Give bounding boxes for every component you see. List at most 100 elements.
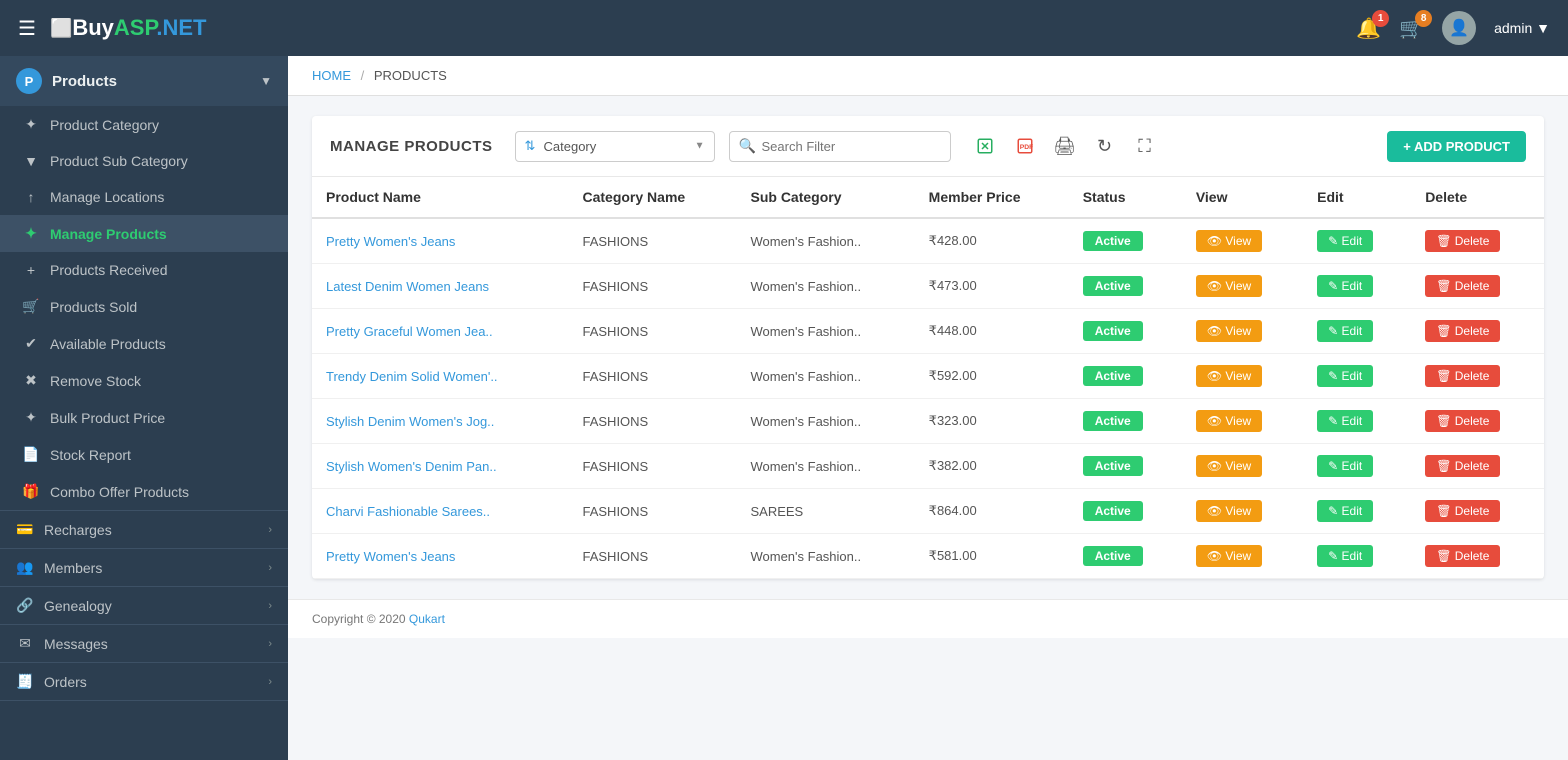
fullscreen-button[interactable]: ⛶ [1129,130,1161,162]
delete-button[interactable]: 🗑 Delete [1425,545,1500,567]
edit-button[interactable]: ✎ Edit [1317,455,1373,477]
combo-offer-products-label: Combo Offer Products [50,484,189,500]
recharges-chevron: › [268,524,272,536]
col-delete: Delete [1411,177,1544,218]
avatar[interactable]: 👤 [1442,11,1476,45]
cell-category: FASHIONS [568,354,736,399]
view-button[interactable]: 👁 View [1196,545,1262,567]
sidebar-products-label: Products [52,73,117,90]
edit-button[interactable]: ✎ Edit [1317,365,1373,387]
product-link[interactable]: Charvi Fashionable Sarees.. [326,504,490,519]
table-row: Trendy Denim Solid Women'.. FASHIONS Wom… [312,354,1544,399]
breadcrumb: HOME / PRODUCTS [288,56,1568,96]
view-button[interactable]: 👁 View [1196,365,1262,387]
footer-copyright: Copyright © 2020 [312,612,409,626]
manage-locations-icon: ↑ [22,189,40,205]
hamburger-icon[interactable]: ☰ [18,16,36,41]
members-chevron: › [268,562,272,574]
delete-button[interactable]: 🗑 Delete [1425,275,1500,297]
sidebar-item-products-received[interactable]: + Products Received [0,252,288,288]
sidebar: P Products ▼ ✦ Product Category ▼ Produc… [0,56,288,760]
cell-edit: ✎ Edit [1303,218,1411,264]
product-link[interactable]: Stylish Women's Denim Pan.. [326,459,497,474]
table-row: Pretty Women's Jeans FASHIONS Women's Fa… [312,218,1544,264]
edit-button[interactable]: ✎ Edit [1317,545,1373,567]
sidebar-item-remove-stock[interactable]: ✖ Remove Stock [0,362,288,399]
add-product-button[interactable]: + ADD PRODUCT [1387,131,1526,162]
username-label[interactable]: admin ▼ [1494,20,1550,36]
product-link[interactable]: Pretty Women's Jeans [326,234,455,249]
sidebar-item-products-sold[interactable]: 🛒 Products Sold [0,288,288,325]
view-button[interactable]: 👁 View [1196,275,1262,297]
view-button[interactable]: 👁 View [1196,230,1262,252]
footer: Copyright © 2020 Qukart [288,599,1568,638]
edit-button[interactable]: ✎ Edit [1317,500,1373,522]
cell-product-name: Stylish Women's Denim Pan.. [312,444,568,489]
delete-button[interactable]: 🗑 Delete [1425,500,1500,522]
expand-icon[interactable]: ⬜ [50,18,72,39]
sidebar-products-header[interactable]: P Products ▼ [0,56,288,106]
product-link[interactable]: Trendy Denim Solid Women'.. [326,369,498,384]
sidebar-item-available-products[interactable]: ✔ Available Products [0,325,288,362]
sidebar-messages[interactable]: ✉ Messages › [0,625,288,662]
product-link[interactable]: Stylish Denim Women's Jog.. [326,414,494,429]
view-button[interactable]: 👁 View [1196,500,1262,522]
product-link[interactable]: Pretty Women's Jeans [326,549,455,564]
print-button[interactable]: 🖨 [1049,130,1081,162]
edit-button[interactable]: ✎ Edit [1317,320,1373,342]
sidebar-item-product-sub-category[interactable]: ▼ Product Sub Category [0,143,288,179]
breadcrumb-home[interactable]: HOME [312,68,351,83]
category-select[interactable]: Category [515,131,715,162]
footer-brand[interactable]: Qukart [409,612,445,626]
product-category-label: Product Category [50,117,159,133]
cell-status: Active [1069,489,1182,534]
product-link[interactable]: Latest Denim Women Jeans [326,279,489,294]
delete-button[interactable]: 🗑 Delete [1425,230,1500,252]
delete-button[interactable]: 🗑 Delete [1425,320,1500,342]
available-products-label: Available Products [50,336,166,352]
delete-button[interactable]: 🗑 Delete [1425,455,1500,477]
table-row: Pretty Graceful Women Jea.. FASHIONS Wom… [312,309,1544,354]
edit-button[interactable]: ✎ Edit [1317,230,1373,252]
export-pdf-button[interactable]: PDF [1009,130,1041,162]
delete-button[interactable]: 🗑 Delete [1425,365,1500,387]
sidebar-members[interactable]: 👥 Members › [0,549,288,586]
sidebar-recharges[interactable]: 💳 Recharges › [0,511,288,548]
orders-icon: 🧾 [16,673,34,690]
cell-delete: 🗑 Delete [1411,218,1544,264]
sidebar-item-manage-products[interactable]: ✦ Manage Products [0,215,288,252]
cart-badge: 8 [1415,10,1432,27]
export-excel-button[interactable] [969,130,1001,162]
cart-icon[interactable]: 🛒 8 [1399,16,1424,41]
status-badge: Active [1083,366,1143,386]
edit-button[interactable]: ✎ Edit [1317,275,1373,297]
brand-logo[interactable]: BuyASP.NET [72,15,206,41]
genealogy-label: Genealogy [44,598,112,614]
view-button[interactable]: 👁 View [1196,320,1262,342]
view-button[interactable]: 👁 View [1196,410,1262,432]
status-badge: Active [1083,546,1143,566]
cell-view: 👁 View [1182,534,1303,579]
refresh-button[interactable]: ↻ [1089,130,1121,162]
search-input[interactable] [729,131,951,162]
sidebar-item-manage-locations[interactable]: ↑ Manage Locations [0,179,288,215]
cell-price: ₹581.00 [915,534,1069,579]
delete-button[interactable]: 🗑 Delete [1425,410,1500,432]
table-row: Stylish Women's Denim Pan.. FASHIONS Wom… [312,444,1544,489]
sidebar-orders[interactable]: 🧾 Orders › [0,663,288,700]
products-table-wrap: Product Name Category Name Sub Category … [312,177,1544,579]
sidebar-genealogy[interactable]: 🔗 Genealogy › [0,587,288,624]
sidebar-item-bulk-product-price[interactable]: ✦ Bulk Product Price [0,399,288,436]
sidebar-item-product-category[interactable]: ✦ Product Category [0,106,288,143]
sidebar-messages-section: ✉ Messages › [0,625,288,663]
status-badge: Active [1083,501,1143,521]
view-button[interactable]: 👁 View [1196,455,1262,477]
edit-button[interactable]: ✎ Edit [1317,410,1373,432]
stock-report-icon: 📄 [22,446,40,463]
stock-report-label: Stock Report [50,447,131,463]
sidebar-item-stock-report[interactable]: 📄 Stock Report [0,436,288,473]
notification-bell[interactable]: 🔔 1 [1356,16,1381,41]
sidebar-item-combo-offer-products[interactable]: 🎁 Combo Offer Products [0,473,288,510]
product-link[interactable]: Pretty Graceful Women Jea.. [326,324,493,339]
notification-badge: 1 [1372,10,1389,27]
